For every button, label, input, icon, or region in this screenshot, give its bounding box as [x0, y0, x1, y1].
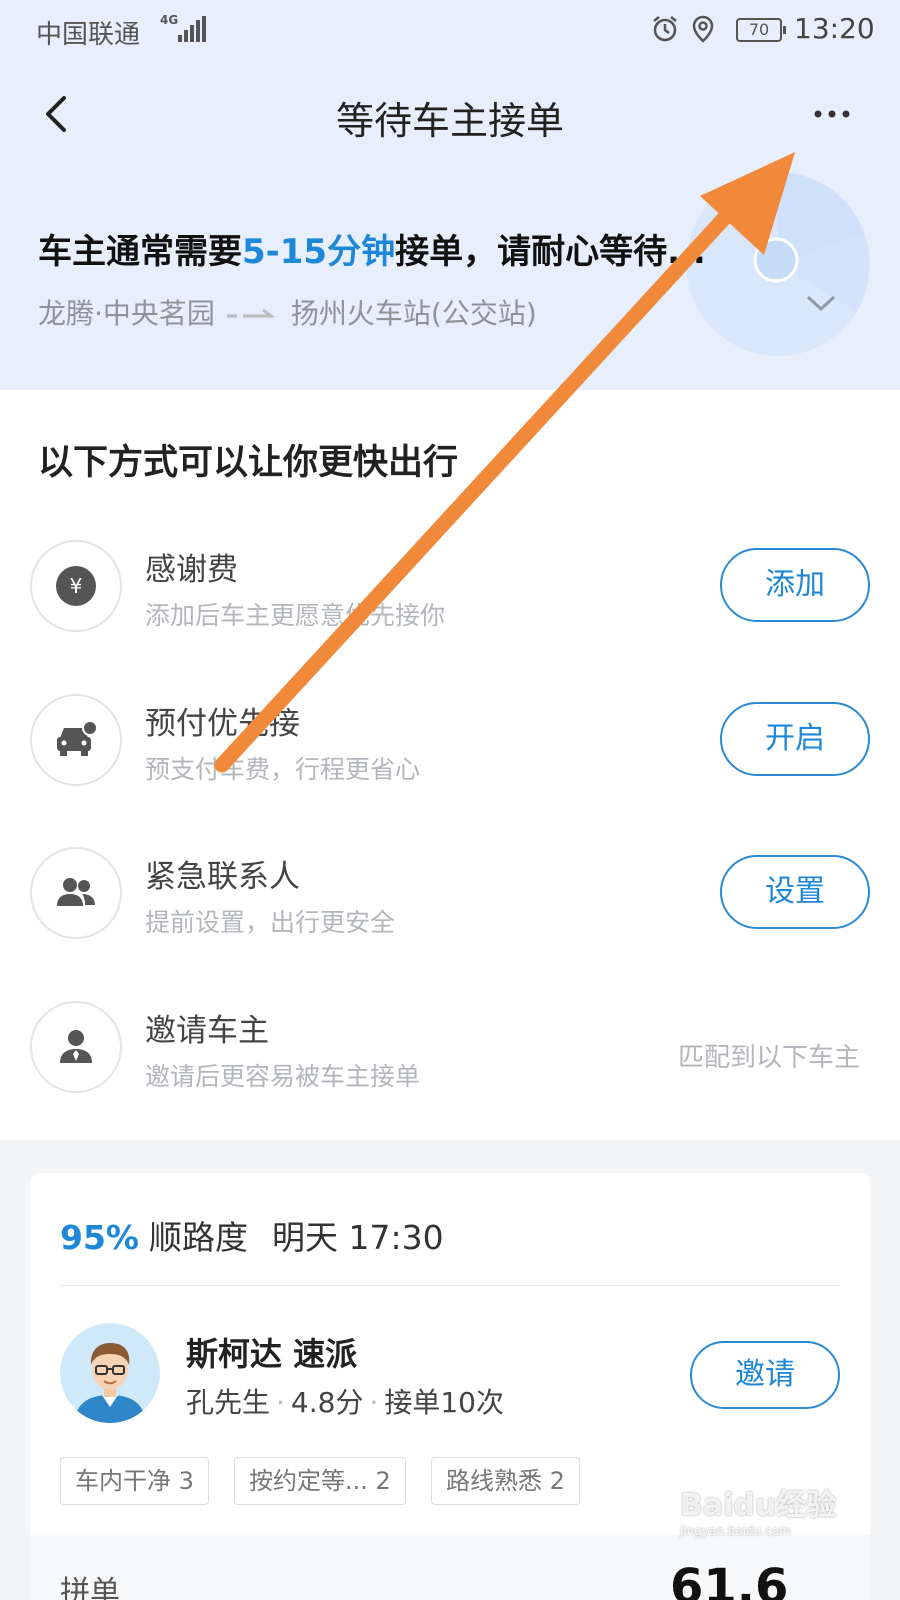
yen-icon: ¥: [30, 540, 122, 632]
signal-icon: [178, 16, 208, 42]
divider: [60, 1285, 840, 1286]
option-title: 预付优先接: [145, 706, 300, 742]
section-title: 以下方式可以让你更快出行: [38, 443, 459, 483]
route-arrow-icon: [226, 308, 276, 318]
driver-icon: [30, 1001, 122, 1093]
card-footer: 拼单 61.6: [30, 1535, 870, 1600]
matched-drivers-note: 匹配到以下车主: [678, 1043, 861, 1073]
option-subtitle: 邀请后更容易被车主接单: [145, 1062, 421, 1091]
carpool-label: 拼单: [60, 1575, 120, 1600]
contacts-icon: [30, 847, 122, 939]
option-emergency-contact: 紧急联系人 提前设置，出行更安全 设置: [0, 843, 900, 963]
driver-info: 孔先生 · 4.8分 · 接单10次: [186, 1386, 504, 1419]
avatar: [60, 1323, 160, 1423]
chevron-down-icon[interactable]: [804, 290, 838, 316]
review-tag: 车内干净 3: [60, 1457, 209, 1505]
wait-time-highlight: 5-15分钟: [242, 232, 396, 272]
waiting-message: 车主通常需要5-15分钟接单，请耐心等待...: [38, 232, 706, 272]
more-options-icon[interactable]: [810, 100, 854, 128]
match-label: 顺路度: [149, 1218, 248, 1257]
add-thank-fee-button[interactable]: 添加: [720, 548, 870, 622]
route-to: 扬州火车站(公交站): [290, 297, 537, 330]
option-invite-driver: 邀请车主 邀请后更容易被车主接单 匹配到以下车主: [0, 997, 900, 1117]
car-icon: [30, 694, 122, 786]
driver-car-model: 斯柯达 速派: [186, 1335, 358, 1373]
set-contact-button[interactable]: 设置: [720, 855, 870, 929]
driver-name: 孔先生: [186, 1386, 271, 1419]
clock: 13:20: [794, 12, 875, 45]
alarm-icon: [653, 16, 677, 42]
option-title: 感谢费: [145, 552, 238, 588]
driver-rating: 4.8分: [290, 1386, 364, 1419]
option-subtitle: 预支付车费，行程更省心: [145, 755, 421, 784]
review-tag: 按约定等... 2: [234, 1457, 406, 1505]
option-prepay: 预付优先接 预支付车费，行程更省心 开启: [0, 690, 900, 810]
price: 61.6: [670, 1559, 789, 1600]
watermark: Baidu经验 jingyan.baidu.com: [680, 1488, 837, 1538]
match-info: 95% 顺路度 明天 17:30: [60, 1211, 444, 1259]
route-from: 龙腾·中央茗园: [38, 297, 215, 330]
review-tag: 路线熟悉 2: [431, 1457, 580, 1505]
invite-driver-button[interactable]: 邀请: [690, 1341, 840, 1409]
faster-options-section: 以下方式可以让你更快出行 ¥ 感谢费 添加后车主更愿意优先接你 添加 预付优先接…: [0, 390, 900, 1140]
location-icon: [692, 15, 714, 43]
page-title: 等待车主接单: [335, 99, 564, 143]
svg-text:¥: ¥: [70, 574, 83, 598]
option-title: 邀请车主: [145, 1013, 269, 1049]
driver-orders: 接单10次: [384, 1386, 504, 1419]
route: 龙腾·中央茗园 扬州火车站(公交站): [38, 292, 537, 332]
battery-indicator: 70: [736, 18, 786, 42]
carrier-label: 中国联通: [36, 20, 141, 50]
radar-search-icon: [686, 172, 870, 356]
status-bar: 中国联通 4G 70 13:20: [0, 0, 900, 62]
departure-time: 明天 17:30: [272, 1218, 444, 1257]
option-title: 紧急联系人: [145, 859, 300, 895]
enable-prepay-button[interactable]: 开启: [720, 702, 870, 776]
match-percent: 95%: [60, 1218, 139, 1257]
option-subtitle: 添加后车主更愿意优先接你: [145, 601, 446, 630]
option-thank-fee: ¥ 感谢费 添加后车主更愿意优先接你 添加: [0, 536, 900, 656]
network-type: 4G: [160, 13, 179, 27]
option-subtitle: 提前设置，出行更安全: [145, 908, 396, 937]
